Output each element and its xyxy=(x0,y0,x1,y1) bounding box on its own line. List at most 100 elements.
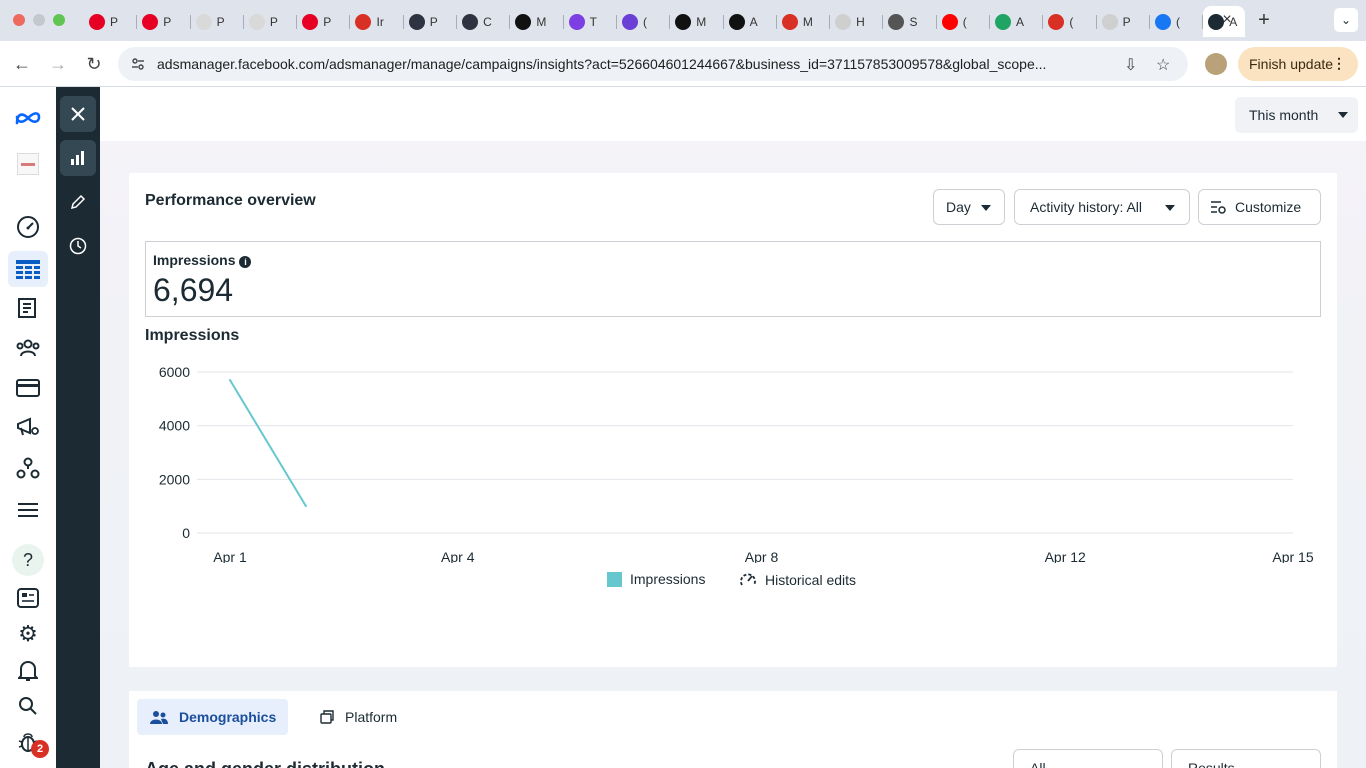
date-range-label: This month xyxy=(1249,107,1319,123)
browser-tab-label: P xyxy=(429,14,438,29)
edit-pencil-icon[interactable] xyxy=(60,184,96,220)
browser-tab-label: ( xyxy=(962,14,967,29)
close-window-button[interactable] xyxy=(13,14,25,26)
browser-tab[interactable]: H xyxy=(830,6,884,37)
bookmark-star-icon[interactable]: ☆ xyxy=(1156,55,1170,75)
browser-tab[interactable]: M xyxy=(777,6,831,37)
openai-icon xyxy=(462,13,479,30)
browser-tab[interactable]: ( xyxy=(1150,6,1204,37)
globe-icon xyxy=(888,13,905,30)
browser-tab[interactable]: P xyxy=(244,6,298,37)
address-toolbar: ← → ↻ adsmanager.facebook.com/adsmanager… xyxy=(0,41,1366,87)
help-icon[interactable]: ? xyxy=(12,544,44,576)
gmail-icon xyxy=(355,13,372,30)
legend-historical-edits[interactable]: Historical edits xyxy=(739,571,856,589)
minimize-window-button[interactable] xyxy=(33,14,45,26)
browser-tab[interactable]: C xyxy=(457,6,511,37)
breakdown-metric-dropdown[interactable]: Results xyxy=(1171,749,1321,768)
site-settings-icon[interactable] xyxy=(130,56,146,72)
meta-logo-icon[interactable] xyxy=(14,104,42,132)
browser-tab-label: P xyxy=(163,14,172,29)
browser-tab[interactable]: ( xyxy=(617,6,671,37)
browser-tab[interactable]: M xyxy=(510,6,564,37)
global-nav-rail: ? ⚙ 2 xyxy=(0,87,56,768)
threads-icon xyxy=(515,13,532,30)
address-bar[interactable]: adsmanager.facebook.com/adsmanager/manag… xyxy=(118,47,1188,81)
browser-tab[interactable]: T xyxy=(564,6,617,37)
settings-icon[interactable]: ⚙ xyxy=(14,620,42,648)
tab-platform-label: Platform xyxy=(345,709,398,725)
metric-label: Impressions i xyxy=(153,252,252,268)
campaigns-table-icon[interactable] xyxy=(8,251,48,287)
install-app-icon[interactable]: ⇩ xyxy=(1124,55,1137,75)
info-icon[interactable]: i xyxy=(239,256,252,268)
granularity-dropdown[interactable]: Day xyxy=(933,189,1005,225)
zoom-window-button[interactable] xyxy=(53,14,65,26)
browser-tab-label: A xyxy=(749,14,758,29)
insights-chart-icon[interactable] xyxy=(60,140,96,176)
dashboard-gauge-icon[interactable] xyxy=(14,213,42,241)
history-clock-icon[interactable] xyxy=(60,228,96,264)
browser-tab[interactable]: ( xyxy=(1043,6,1097,37)
page-icon xyxy=(195,13,212,30)
browser-tab[interactable]: P xyxy=(191,6,244,37)
browser-tab[interactable]: P xyxy=(1097,6,1150,37)
browser-tab-label: M xyxy=(696,14,707,29)
browser-tab[interactable]: M xyxy=(670,6,724,37)
performance-overview-title: Performance overview xyxy=(145,192,316,209)
browser-tab[interactable]: Ir xyxy=(350,6,404,37)
pinterest-icon xyxy=(89,13,105,30)
browser-tab[interactable]: P xyxy=(297,6,351,37)
browser-tab[interactable]: P xyxy=(84,6,138,37)
ads-megaphone-icon[interactable] xyxy=(14,413,42,441)
caret-down-icon xyxy=(1165,205,1175,211)
browser-tab-label: M xyxy=(802,14,813,29)
impressions-metric-tile[interactable]: Impressions i 6,694 xyxy=(145,241,1321,317)
finish-update-button[interactable]: Finish update ⋮ xyxy=(1238,47,1358,81)
x-tick-label: Apr 1 xyxy=(213,549,247,563)
legend-impressions[interactable]: Impressions xyxy=(607,571,705,587)
customize-button[interactable]: Customize xyxy=(1198,189,1321,225)
browser-tab[interactable]: S xyxy=(883,6,937,37)
customize-sliders-icon xyxy=(1211,201,1226,214)
url-text[interactable]: adsmanager.facebook.com/adsmanager/manag… xyxy=(157,56,1112,72)
billing-card-icon[interactable] xyxy=(14,374,42,402)
search-icon[interactable] xyxy=(14,692,42,720)
more-menu-icon[interactable]: ⋮ xyxy=(1332,55,1346,72)
browser-tab[interactable]: P xyxy=(137,6,191,37)
new-tab-icon[interactable]: + xyxy=(1254,9,1274,32)
notifications-icon[interactable] xyxy=(14,657,42,685)
breakdown-filter-label: All xyxy=(1030,760,1046,768)
business-network-icon[interactable] xyxy=(14,454,42,482)
caret-down-icon xyxy=(1338,112,1348,118)
account-thumbnail-icon[interactable] xyxy=(14,150,42,178)
pinterest-icon xyxy=(142,13,159,30)
tab-demographics[interactable]: Demographics xyxy=(137,699,289,735)
menu-icon[interactable] xyxy=(14,496,42,524)
back-arrow-icon[interactable]: ← xyxy=(11,53,33,75)
reload-icon[interactable]: ↻ xyxy=(83,53,105,75)
tab-search-chevron-icon[interactable]: ⌄ xyxy=(1334,8,1358,32)
news-icon[interactable] xyxy=(14,584,42,612)
browser-tab-label: ( xyxy=(642,14,647,29)
tab-strip: P P P P P Ir P C M T(M A M H S(A(P(A xyxy=(84,6,1246,37)
x-tick-label: Apr 15 xyxy=(1272,549,1313,563)
forward-arrow-icon[interactable]: → xyxy=(47,53,69,75)
legend-swatch xyxy=(607,571,622,587)
profile-avatar[interactable] xyxy=(1205,53,1227,75)
browser-tab[interactable]: A xyxy=(990,6,1044,37)
legend-edits-label: Historical edits xyxy=(765,572,857,588)
browser-tab[interactable]: ( xyxy=(937,6,991,37)
audiences-icon[interactable] xyxy=(14,334,42,362)
breakdown-filter-dropdown[interactable]: All xyxy=(1013,749,1163,768)
date-range-dropdown[interactable]: This month xyxy=(1235,97,1358,133)
browser-tab[interactable]: P xyxy=(404,6,458,37)
activity-history-dropdown[interactable]: Activity history: All xyxy=(1014,189,1190,225)
close-tab-icon[interactable]: × xyxy=(1219,12,1235,28)
breakdown-metric-label: Results xyxy=(1188,760,1235,768)
browser-tab[interactable]: A xyxy=(724,6,777,37)
pages-icon[interactable] xyxy=(14,294,42,322)
close-panel-icon[interactable] xyxy=(60,96,96,132)
metric-label-text: Impressions xyxy=(153,252,236,268)
tab-platform[interactable]: Platform xyxy=(307,699,409,735)
